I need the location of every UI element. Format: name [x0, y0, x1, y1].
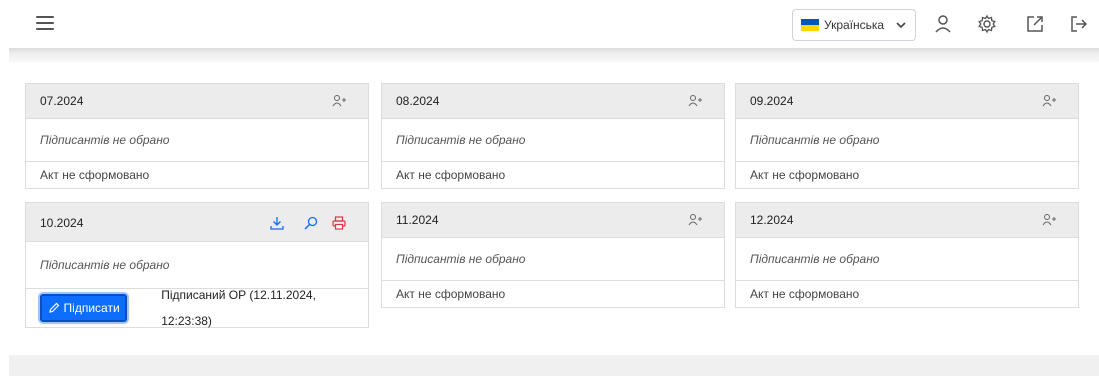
language-label: Українська — [824, 18, 885, 32]
period-card: 12.2024 Підписантів не обрано Акт не сфо… — [735, 202, 1079, 308]
top-bar: Українська — [0, 0, 1099, 48]
logout-icon[interactable] — [1069, 14, 1089, 34]
act-status: Акт не сформовано — [396, 168, 506, 182]
period-label: 12.2024 — [750, 213, 794, 227]
act-status: Акт не сформовано — [396, 287, 506, 301]
add-user-icon[interactable] — [688, 94, 702, 108]
period-label: 07.2024 — [40, 94, 84, 108]
period-label: 09.2024 — [750, 94, 794, 108]
language-select[interactable]: Українська — [792, 9, 916, 41]
period-card: 08.2024 Підписантів не обрано Акт не сфо… — [381, 83, 725, 189]
signers-text: Підписантів не обрано — [382, 119, 724, 162]
hamburger-icon[interactable] — [36, 16, 54, 30]
footer-band — [9, 355, 1099, 376]
period-card: 10.2024 Підписантів не обрано Підписати … — [25, 202, 369, 328]
card-header: 11.2024 — [382, 203, 724, 238]
act-status: Акт не сформовано — [750, 287, 860, 301]
external-link-icon[interactable] — [1025, 14, 1045, 34]
search-icon[interactable] — [304, 216, 318, 230]
signers-text: Підписантів не обрано — [736, 238, 1078, 281]
card-header: 10.2024 — [26, 203, 368, 242]
card-header: 08.2024 — [382, 84, 724, 119]
signed-status: Підписаний ОР (12.11.2024, 12:23:38) — [161, 288, 316, 328]
card-header: 12.2024 — [736, 203, 1078, 238]
period-label: 10.2024 — [40, 216, 84, 230]
sign-button-label: Підписати — [63, 301, 120, 315]
sign-button[interactable]: Підписати — [40, 294, 128, 322]
header-divider — [9, 48, 1099, 62]
printer-icon[interactable] — [332, 216, 346, 230]
signers-text: Підписантів не обрано — [736, 119, 1078, 162]
period-label: 08.2024 — [396, 94, 440, 108]
card-header: 09.2024 — [736, 84, 1078, 119]
pencil-icon — [48, 302, 59, 313]
add-user-icon[interactable] — [332, 94, 346, 108]
download-icon[interactable] — [270, 216, 284, 230]
act-status: Акт не сформовано — [40, 168, 150, 182]
chevron-down-icon — [896, 22, 906, 29]
add-user-icon[interactable] — [1042, 213, 1056, 227]
period-card: 11.2024 Підписантів не обрано Акт не сфо… — [381, 202, 725, 308]
period-card: 07.2024 Підписантів не обрано Акт не сфо… — [25, 83, 369, 189]
period-card: 09.2024 Підписантів не обрано Акт не сфо… — [735, 83, 1079, 189]
ukraine-flag-icon — [801, 19, 819, 31]
act-status: Акт не сформовано — [750, 168, 860, 182]
gear-icon[interactable] — [977, 14, 997, 34]
card-header: 07.2024 — [26, 84, 368, 119]
period-label: 11.2024 — [396, 213, 439, 227]
card-footer: Підписати Підписаний ОР (12.11.2024, 12:… — [26, 288, 368, 328]
signers-text: Підписантів не обрано — [382, 238, 724, 281]
user-icon[interactable] — [933, 14, 953, 34]
add-user-icon[interactable] — [1042, 94, 1056, 108]
signers-text: Підписантів не обрано — [26, 119, 368, 162]
add-user-icon[interactable] — [688, 213, 702, 227]
